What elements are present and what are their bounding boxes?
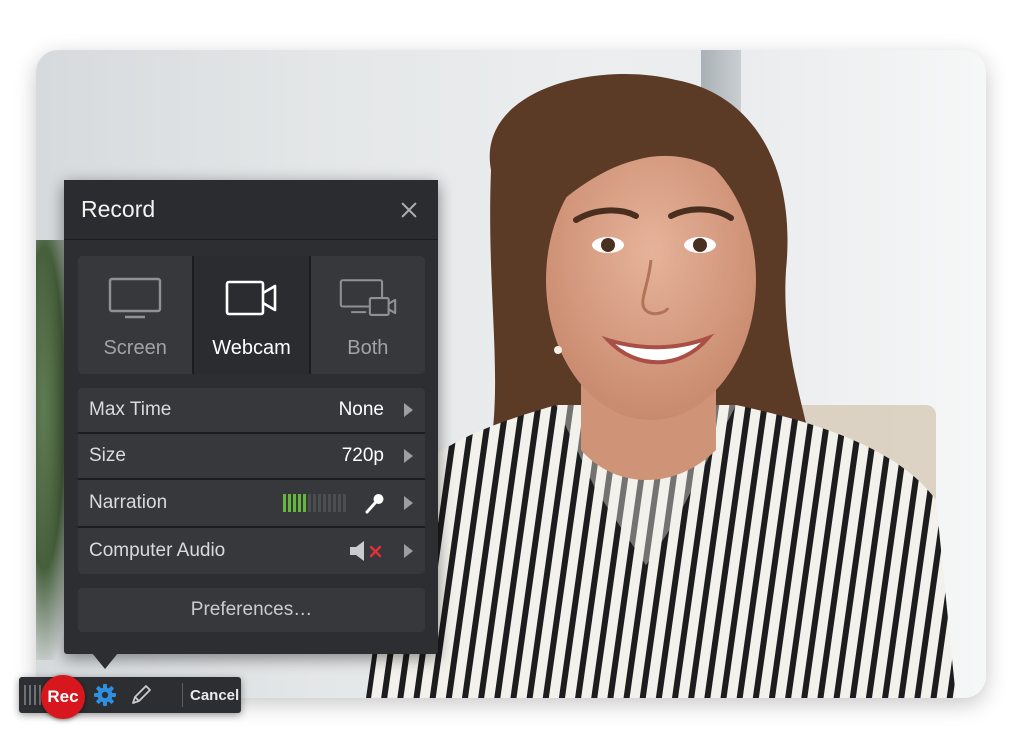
meter-bar	[318, 494, 321, 512]
meter-bar	[308, 494, 311, 512]
gear-icon[interactable]	[93, 683, 117, 712]
chevron-right-icon	[404, 496, 413, 510]
record-toolbar: Rec Cancel	[19, 675, 241, 719]
mode-both-button[interactable]: Both	[310, 256, 425, 374]
setting-size-value: 720p	[341, 445, 384, 466]
meter-bar	[338, 494, 341, 512]
meter-bar	[343, 494, 346, 512]
mode-webcam-label: Webcam	[212, 337, 291, 359]
meter-bar	[323, 494, 326, 512]
meter-bar	[293, 494, 296, 512]
setting-narration[interactable]: Narration	[78, 480, 425, 526]
mode-screen-button[interactable]: Screen	[78, 256, 193, 374]
record-mode-selector: Screen Webcam Both	[78, 256, 425, 374]
mode-webcam-button[interactable]: Webcam	[194, 256, 309, 374]
meter-bar	[288, 494, 291, 512]
setting-computer-audio[interactable]: Computer Audio	[78, 528, 425, 574]
pencil-icon[interactable]	[129, 683, 153, 712]
toolbar-divider	[182, 683, 183, 707]
mode-screen-label: Screen	[103, 337, 167, 359]
setting-narration-label: Narration	[89, 492, 168, 513]
chevron-right-icon	[404, 544, 413, 558]
speaker-muted-icon	[348, 539, 386, 563]
meter-bar	[328, 494, 331, 512]
cancel-button[interactable]: Cancel	[190, 677, 239, 713]
setting-computer-audio-label: Computer Audio	[89, 540, 226, 561]
preferences-button[interactable]: Preferences…	[78, 588, 425, 632]
meter-bar	[313, 494, 316, 512]
record-panel: Record Screen Webcam Both Max Time None …	[64, 180, 438, 654]
setting-max-time-label: Max Time	[89, 399, 172, 420]
drag-handle[interactable]	[24, 685, 41, 705]
chevron-right-icon	[404, 403, 413, 417]
meter-bar	[303, 494, 306, 512]
panel-header: Record	[64, 180, 438, 240]
screen-and-webcam-icon	[338, 275, 398, 323]
meter-bar	[283, 494, 286, 512]
setting-max-time[interactable]: Max Time None	[78, 388, 425, 432]
panel-pointer	[92, 653, 118, 669]
rec-button[interactable]: Rec	[41, 675, 85, 719]
monitor-icon	[105, 275, 165, 323]
narration-level-meter	[283, 494, 346, 512]
setting-max-time-value: None	[338, 399, 384, 420]
mode-both-label: Both	[347, 337, 389, 359]
meter-bar	[298, 494, 301, 512]
panel-title: Record	[81, 196, 156, 222]
setting-size-label: Size	[89, 445, 126, 466]
close-icon[interactable]	[398, 199, 420, 221]
record-settings-list: Max Time None Size 720p Narration Comput…	[78, 388, 425, 574]
chevron-right-icon	[404, 449, 413, 463]
microphone-icon	[364, 492, 386, 514]
webcam-icon	[221, 275, 281, 323]
meter-bar	[333, 494, 336, 512]
setting-size[interactable]: Size 720p	[78, 434, 425, 478]
